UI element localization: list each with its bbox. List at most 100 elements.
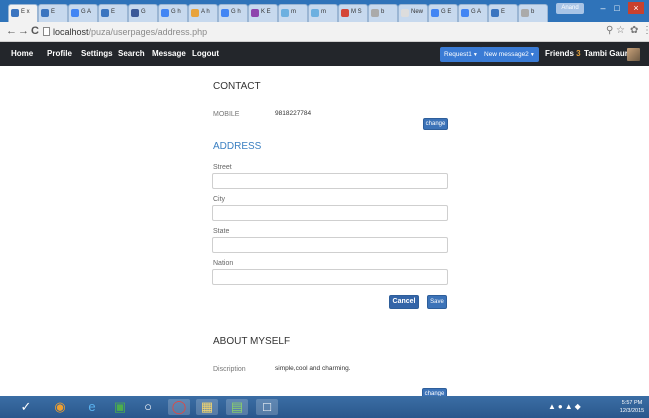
browser-tab[interactable]: G h [218,4,248,22]
windows-taskbar: ✓ ◉ e ▣ ○ ◯ ▦ ▤ □ ▲●▲◆ 5:57 PM 12/3/2015 [0,396,649,418]
new-message-button[interactable]: New message2▼ [480,47,539,62]
zoom-icon[interactable]: ⚲ [606,25,613,36]
tab-favicon-icon [161,9,169,17]
caret-down-icon: ▼ [529,52,535,58]
browser-tab[interactable]: m [308,4,338,22]
bookmark-star-icon[interactable]: ☆ [616,25,625,36]
tab-favicon-icon [101,9,109,17]
request-label: Request1 [444,51,472,58]
browser-tab[interactable]: G A [458,4,488,22]
contact-title: CONTACT [213,81,261,92]
nav-friends[interactable]: Friends 3 [545,49,581,58]
about-title: ABOUT MYSELF [213,336,291,347]
browser-tab[interactable]: G E [428,4,458,22]
browser-tab[interactable]: New [398,4,428,22]
browser-tab[interactable]: E x [8,4,38,22]
browser-tab[interactable]: G h [158,4,188,22]
url-host: localhost [53,27,89,37]
clock-date: 12/3/2015 [619,408,645,414]
browser-tab[interactable]: G [128,4,158,22]
cancel-button[interactable]: Cancel [389,295,419,309]
tab-favicon-icon [521,9,529,17]
url-input[interactable]: localhost/puza/userpages/address.php [43,25,633,39]
start-icon[interactable]: ✓ [18,399,34,415]
forward-arrow-icon[interactable]: → [18,25,29,37]
internet-explorer-icon[interactable]: e [84,399,100,415]
reload-icon[interactable]: C [31,25,39,37]
state-field[interactable] [212,237,448,253]
media-player-icon[interactable]: ◉ [52,399,68,415]
browser-tab[interactable]: G A [68,4,98,22]
tab-favicon-icon [11,9,19,17]
image-viewer-icon[interactable]: ▤ [226,399,248,415]
app-icon[interactable]: ▣ [112,399,128,415]
tab-favicon-icon [371,9,379,17]
city-field[interactable] [212,205,448,221]
mobile-value: 9818227784 [275,110,312,117]
tab-favicon-icon [191,9,199,17]
tab-favicon-icon [281,9,289,17]
browser-tab[interactable]: E [488,4,518,22]
extension-icon[interactable]: ✿ [630,25,638,36]
minimize-icon[interactable]: – [596,2,610,14]
maximize-icon[interactable]: □ [610,2,624,14]
browser-tab-strip: E x E G A E G G h A h G h K E m m M S b … [0,0,649,22]
avatar[interactable] [627,48,640,61]
system-tray-icons[interactable]: ▲●▲◆ [548,402,583,411]
mobile-label: MOBILE [213,111,240,118]
new-message-label: New message2 [484,51,529,58]
close-window-icon[interactable]: × [628,2,644,14]
tab-favicon-icon [401,9,409,17]
browser-tab[interactable]: M S [338,4,368,22]
chrome-icon[interactable]: ◯ [168,399,190,415]
tab-favicon-icon [491,9,499,17]
state-label: State [213,228,230,235]
back-arrow-icon[interactable]: ← [6,25,17,37]
site-navbar: Home Profile Settings Search Message Log… [0,42,649,66]
browser-tab[interactable]: K E [248,4,278,22]
browser-tab[interactable]: E [98,4,128,22]
nation-label: Nation [213,260,234,267]
street-label: Street [213,164,232,171]
main-content: CONTACT MOBILE 9818227784 change ADDRESS… [0,66,649,400]
tab-favicon-icon [311,9,319,17]
window-icon[interactable]: □ [256,399,278,415]
clock-time: 5:57 PM [621,400,643,406]
url-path: /puza/userpages/address.php [88,27,208,37]
tab-favicon-icon [41,9,49,17]
nav-settings[interactable]: Settings [81,49,113,58]
city-label: City [213,196,226,203]
nav-home[interactable]: Home [11,49,33,58]
street-field[interactable] [212,173,448,189]
page-icon [43,27,50,36]
description-label: Discription [213,366,246,373]
browser-tab[interactable]: b [518,4,548,22]
taskbar-clock[interactable]: 5:57 PM 12/3/2015 [618,399,646,415]
browser-tab[interactable]: b [368,4,398,22]
tab-favicon-icon [251,9,259,17]
tab-favicon-icon [341,9,349,17]
browser-tab[interactable]: E [38,4,68,22]
friends-label: Friends [545,49,574,58]
change-contact-button[interactable]: change [423,118,448,130]
browser-tab[interactable]: A h [188,4,218,22]
nav-search[interactable]: Search [118,49,145,58]
tab-favicon-icon [131,9,139,17]
address-title: ADDRESS [213,141,262,152]
request-button[interactable]: Request1▼ [440,47,482,62]
tab-favicon-icon [221,9,229,17]
folder-icon[interactable]: ▦ [196,399,218,415]
friends-count-badge: 3 [576,49,581,58]
tab-favicon-icon [461,9,469,17]
save-button[interactable]: Save [427,295,447,309]
tab-favicon-icon [71,9,79,17]
nav-logout[interactable]: Logout [192,49,219,58]
tab-favicon-icon [431,9,439,17]
hp-icon[interactable]: ○ [140,399,156,415]
nav-profile[interactable]: Profile [47,49,72,58]
window-user-badge[interactable]: Anand [556,3,584,14]
menu-icon[interactable]: ⋮ [642,25,649,36]
nav-message[interactable]: Message [152,49,186,58]
browser-tab[interactable]: m [278,4,308,22]
nation-field[interactable] [212,269,448,285]
